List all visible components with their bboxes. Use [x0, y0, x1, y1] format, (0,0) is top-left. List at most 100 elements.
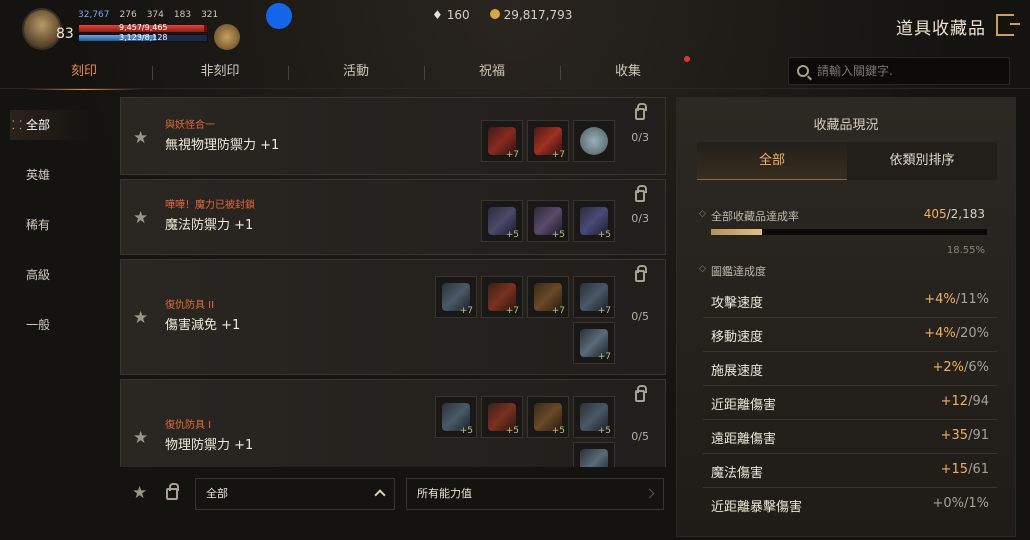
enhance-level: +7 [459, 306, 473, 316]
codex-label: 圖鑑達成度 [699, 263, 766, 279]
card-title: 傷害減免 +1 [165, 318, 241, 333]
item-slot[interactable]: +5 [573, 396, 615, 438]
notification-dot-icon [266, 3, 292, 29]
enhance-level: +5 [505, 426, 519, 436]
lock-filter-icon[interactable] [166, 483, 179, 500]
ability-select[interactable]: 所有能力值 [406, 478, 664, 510]
stat-label: 移動速度 [711, 330, 764, 345]
enhance-level: +7 [505, 150, 519, 160]
panel-tabs: 全部 依類別排序 [697, 142, 997, 180]
item-slot[interactable]: +5 [481, 396, 523, 438]
card-progress: 0/3 [631, 131, 649, 144]
tab-collection[interactable]: 收集 [560, 58, 696, 88]
lock-icon[interactable] [635, 103, 647, 120]
item-slot[interactable]: +7 [527, 276, 569, 318]
enhance-level: +7 [597, 352, 611, 362]
stat-max: /6% [963, 360, 989, 375]
item-slot[interactable]: +5 [527, 200, 569, 242]
stat-current: +35 [940, 428, 969, 443]
item-slot[interactable]: +7 [481, 276, 523, 318]
tab-event[interactable]: 活動 [288, 58, 424, 88]
favorite-star-icon[interactable]: ★ [133, 208, 148, 228]
item-slot[interactable]: +7 [573, 322, 615, 364]
item-slot[interactable]: +7 [435, 276, 477, 318]
hp-bar: 9,457/9,465 [78, 23, 208, 33]
item-slot[interactable] [573, 442, 615, 467]
achievement-progress-fill [711, 229, 763, 235]
nav-rare[interactable]: 稀有 [10, 210, 110, 260]
collection-card[interactable]: ★ 復仇防具 I 物理防禦力 +1 0/5 +5 +5 +5 +5 [120, 379, 666, 467]
collection-card[interactable]: ★ 嘩嘩！魔力已被封鎖 魔法防禦力 +1 0/3 +5 +5 +5 [120, 179, 666, 255]
exit-icon[interactable] [996, 14, 1020, 36]
lock-icon[interactable] [635, 385, 647, 402]
stat-current: +2% [932, 360, 964, 375]
item-slot[interactable]: +7 [527, 120, 569, 162]
red-alert-dot-icon [684, 56, 690, 62]
card-subtitle: 復仇防具 I [165, 420, 212, 431]
search-input[interactable] [817, 64, 987, 78]
item-slot[interactable]: +7 [481, 120, 523, 162]
pet-icon[interactable] [214, 24, 240, 50]
panel-tab-all[interactable]: 全部 [697, 142, 847, 180]
currency-display: ♦ 160 29,817,793 [432, 8, 572, 22]
search-box [788, 57, 1010, 85]
stat-1: 276 [119, 10, 137, 20]
collection-card[interactable]: ★ 復仇防具 II 傷害減免 +1 0/5 +7 +7 +7 +7 +7 [120, 259, 666, 375]
chevron-up-icon [374, 489, 386, 501]
item-slot[interactable]: +7 [573, 276, 615, 318]
enhance-level: +7 [597, 306, 611, 316]
stat-label: 遠距離傷害 [711, 432, 777, 447]
item-slot[interactable]: +5 [435, 396, 477, 438]
hp-text: 9,457/9,465 [119, 23, 168, 32]
stat-value: +4%/20% [924, 326, 989, 341]
stat-max: /11% [955, 292, 989, 307]
mp-text: 3,123/8,128 [119, 33, 168, 42]
item-slot[interactable]: +5 [527, 396, 569, 438]
item-slot[interactable]: +5 [481, 200, 523, 242]
stat-current: +0% [932, 496, 964, 511]
stat-current: +4% [924, 292, 956, 307]
favorite-star-icon[interactable]: ★ [133, 308, 148, 328]
stat-max: /20% [955, 326, 989, 341]
card-title: 魔法防禦力 +1 [165, 218, 254, 233]
tab-blessing[interactable]: 祝福 [424, 58, 560, 88]
enhance-level: +7 [505, 306, 519, 316]
card-title: 無視物理防禦力 +1 [165, 138, 280, 153]
gem-icon: ♦ [432, 8, 443, 22]
item-slot[interactable] [573, 120, 615, 162]
stat-2: 374 [146, 10, 164, 20]
nav-hero[interactable]: 英雄 [10, 160, 110, 210]
stat-current: +12 [940, 394, 969, 409]
favorite-star-icon[interactable]: ★ [133, 128, 148, 148]
stat-row: 移動速度 +4%/20% [703, 318, 997, 352]
tab-non-engraved[interactable]: 非刻印 [152, 58, 288, 88]
stat-value: +15/61 [941, 462, 989, 477]
ability-select-value: 所有能力值 [417, 487, 472, 500]
stat-label: 近距離暴擊傷害 [711, 500, 803, 515]
player-stats: 32,767 276 374 183 321 [78, 10, 218, 20]
stat-current: +15 [940, 462, 969, 477]
collection-status-panel: 收藏品現況 全部 依類別排序 全部收藏品達成率 405/2,183 18.55%… [676, 97, 1016, 537]
favorite-filter-star-icon[interactable]: ★ [132, 483, 147, 503]
panel-tab-by-category[interactable]: 依類別排序 [847, 142, 997, 180]
stat-row: 攻擊速度 +4%/11% [703, 284, 997, 318]
card-subtitle: 復仇防具 II [165, 300, 215, 311]
lock-icon[interactable] [635, 185, 647, 202]
card-progress: 0/3 [631, 212, 649, 225]
achievement-label: 全部收藏品達成率 [699, 208, 799, 224]
nav-all[interactable]: 全部 [10, 110, 110, 140]
enhance-level: +5 [597, 426, 611, 436]
stat-value: +0%/1% [932, 496, 989, 511]
gem-count: 160 [446, 8, 470, 22]
category-select[interactable]: 全部 [195, 478, 395, 510]
favorite-star-icon[interactable]: ★ [133, 428, 148, 448]
category-tabs: 刻印 非刻印 活動 祝福 收集 [16, 58, 696, 90]
page-title: 道具收藏品 [896, 19, 986, 39]
enhance-level: +5 [551, 230, 565, 240]
nav-normal[interactable]: 一般 [10, 310, 110, 360]
nav-advanced[interactable]: 高級 [10, 260, 110, 310]
lock-icon[interactable] [635, 265, 647, 282]
collection-card[interactable]: ★ 與妖怪合一 無視物理防禦力 +1 0/3 +7 +7 [120, 97, 666, 175]
item-slot[interactable]: +5 [573, 200, 615, 242]
tab-engraved[interactable]: 刻印 [16, 58, 152, 90]
